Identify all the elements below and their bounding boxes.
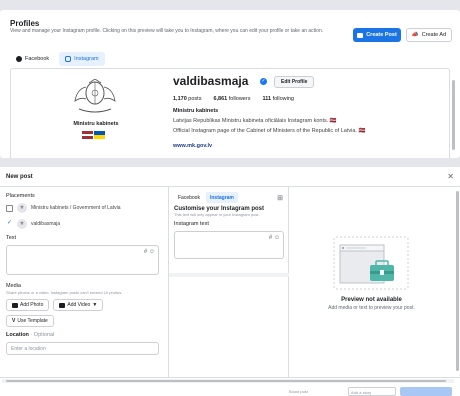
coat-of-arms-icon (74, 79, 116, 113)
account-avatar: ⚜ (17, 219, 27, 229)
tab-instagram-label: Instagram (74, 56, 99, 62)
placement-label: valdibasmaja (31, 221, 61, 227)
edit-profile-button[interactable]: Edit Profile (274, 76, 315, 88)
template-icon: V (12, 318, 16, 324)
dialog-hscrollbar-thumb[interactable] (6, 380, 446, 382)
following-stat: 111 following (262, 96, 294, 102)
latvia-flag-icon (82, 131, 93, 139)
profiles-scrollbar[interactable] (451, 72, 456, 158)
video-icon (59, 302, 66, 308)
media-label: Media (6, 283, 21, 289)
placements-label: Placements (6, 193, 35, 199)
placement-checkbox-checked[interactable]: ✓ (6, 220, 13, 228)
instagram-text-field[interactable]: # ☺ (174, 231, 284, 259)
instagram-icon (65, 56, 72, 62)
dialog-hscrollbar[interactable] (2, 379, 454, 383)
posts-stat: 1,170 posts (173, 96, 202, 102)
profile-stats: 1,170 posts 6,861 followers 111 followin… (173, 96, 294, 102)
media-buttons: Add Photo Add Video ▼ (6, 299, 162, 311)
preview-unavailable-subtitle: Add media or text to preview your post. (328, 305, 415, 311)
location-label: Location · Optional (6, 332, 55, 338)
use-template-button[interactable]: V Use Template (6, 315, 54, 327)
text-label: Text (6, 235, 17, 241)
boost-post-toggle[interactable]: Boost post (287, 387, 317, 396)
instagram-profile-preview[interactable]: Ministru kabinets valdibasmaja ✓ Edit Pr… (10, 68, 450, 158)
grid-icon[interactable]: ⊞ (277, 194, 283, 202)
publish-button[interactable] (400, 387, 452, 396)
preview-unavailable-title: Preview not available (341, 297, 402, 303)
caret-down-icon: ▼ (92, 302, 98, 308)
tab-facebook[interactable]: Facebook (10, 52, 55, 66)
profiles-scrollbar-thumb[interactable] (452, 80, 455, 150)
tab-customize-instagram[interactable]: Instagram (205, 192, 238, 203)
profiles-title: Profiles (10, 19, 40, 28)
verified-badge-icon: ✓ (260, 78, 267, 85)
website-link[interactable]: www.mk.gov.lv (173, 143, 212, 149)
post-icon (357, 32, 364, 38)
add-story-button[interactable]: Add a story (348, 387, 396, 396)
bio-line-1: Latvijas Republikas Ministru kabineta of… (173, 118, 337, 124)
add-video-label: Add Video (67, 302, 91, 308)
close-icon[interactable]: ✕ (447, 172, 454, 181)
add-photo-button[interactable]: Add Photo (6, 299, 50, 311)
profiles-panel: Profiles View and manage your Instagram … (0, 10, 460, 158)
tab-customize-facebook[interactable]: Facebook (174, 192, 204, 203)
hashtag-emoji-icons[interactable]: # ☺ (144, 249, 155, 255)
post-composer: Placements ⚜ Ministru kabinets / Governm… (0, 187, 168, 377)
placement-label: Ministru kabinets / Government of Latvia (31, 205, 121, 211)
add-video-button[interactable]: Add Video ▼ (53, 299, 104, 311)
tab-instagram[interactable]: Instagram (59, 52, 105, 66)
use-template-label: Use Template (17, 318, 48, 324)
create-ad-button[interactable]: 📣 Create Ad (406, 28, 452, 42)
create-ad-label: Create Ad (421, 32, 447, 38)
media-help-text: Share photos or a video. Instagram posts… (6, 290, 123, 295)
dialog-scrollbar[interactable] (455, 187, 460, 377)
facebook-icon (16, 56, 22, 62)
placement-facebook-page[interactable]: ⚜ Ministru kabinets / Government of Latv… (6, 203, 162, 213)
preview-placeholder-illustration (333, 236, 409, 290)
megaphone-icon: 📣 (411, 32, 419, 38)
instagram-username: valdibasmaja (173, 74, 249, 88)
new-post-dialog: New post ✕ Placements ⚜ Ministru kabinet… (0, 167, 460, 396)
hashtag-emoji-icons[interactable]: # ☺ (269, 235, 280, 241)
post-text-field[interactable]: # ☺ (6, 245, 159, 275)
new-post-footer: Boost post Add a story (0, 377, 460, 396)
bio-name: Ministru kabinets (173, 108, 219, 114)
page-name: Ministru kabinets (73, 121, 119, 127)
customize-subtitle: This text will only appear in your Insta… (174, 212, 260, 217)
create-post-label: Create Post (366, 32, 397, 38)
photo-icon (12, 302, 18, 308)
customize-panel: Facebook Instagram ⊞ Customise your Inst… (168, 187, 289, 377)
new-post-header: New post ✕ (0, 167, 460, 187)
add-photo-label: Add Photo (20, 302, 44, 308)
new-post-title: New post (6, 173, 33, 180)
template-row: V Use Template (6, 315, 162, 327)
followers-stat: 6,861 followers (213, 96, 251, 102)
page-avatar: ⚜ (17, 203, 27, 213)
create-post-button[interactable]: Create Post (353, 28, 401, 42)
post-preview: Preview not available Add media or text … (290, 187, 453, 377)
customize-tabs: Facebook Instagram ⊞ (174, 192, 283, 203)
tab-facebook-label: Facebook (25, 56, 50, 62)
location-input[interactable]: Enter a location (6, 342, 159, 355)
customize-hscrollbar[interactable] (169, 273, 289, 277)
ukraine-flag-icon (94, 131, 105, 139)
profiles-description: View and manage your Instagram profile. … (10, 28, 324, 34)
placement-instagram-account[interactable]: ✓ ⚜ valdibasmaja (6, 219, 162, 229)
profile-tabs: Facebook Instagram (10, 52, 105, 66)
dialog-scrollbar-thumb[interactable] (456, 191, 459, 371)
placement-checkbox[interactable] (6, 204, 13, 212)
bio-line-2: Official Instagram page of the Cabinet o… (173, 128, 366, 134)
instagram-text-label: Instagram text (174, 221, 209, 227)
